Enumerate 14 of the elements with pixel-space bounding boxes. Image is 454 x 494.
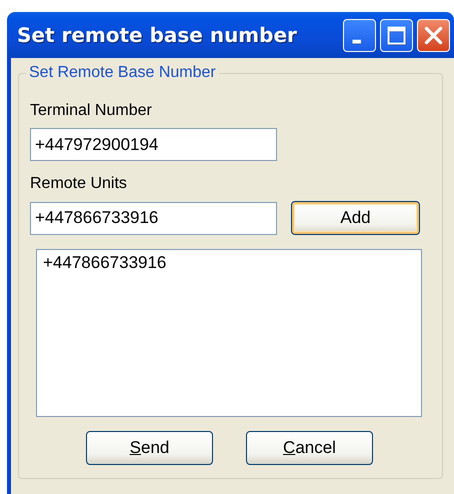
maximize-button[interactable] [380, 18, 413, 52]
close-button[interactable] [417, 18, 450, 52]
minimize-button[interactable] [343, 18, 376, 52]
list-box[interactable]: +447866733916 [36, 249, 422, 417]
field-label: Terminal Number [30, 102, 153, 120]
list-item[interactable]: +447866733916 [41, 253, 168, 273]
input-field[interactable]: +447972900194 [30, 128, 277, 161]
field-label: Remote Units [30, 175, 128, 193]
send-button[interactable]: Send [86, 431, 213, 465]
cancel-button[interactable]: Cancel [246, 431, 373, 465]
input-field[interactable]: +447866733916 [30, 202, 277, 234]
add-button[interactable]: Add [291, 201, 420, 235]
group-title: Set Remote Base Number [28, 64, 217, 82]
window-title: Set remote base number [17, 23, 298, 47]
